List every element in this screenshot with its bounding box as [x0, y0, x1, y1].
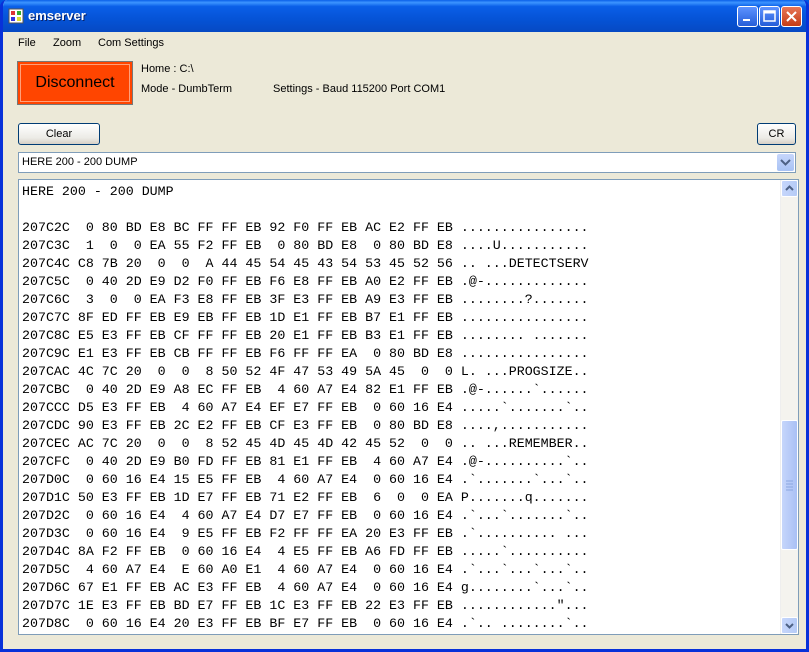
terminal-line: 207D8C 0 60 16 E4 20 E3 FF EB BF E7 FF E… [22, 616, 589, 631]
chevron-up-icon [785, 185, 794, 191]
vertical-scrollbar[interactable] [780, 180, 798, 634]
terminal-line: 207CAC 4C 7C 20 0 0 8 50 52 4F 47 53 49 … [22, 364, 589, 379]
terminal-line: 207CEC AC 7C 20 0 0 8 52 45 4D 45 4D 42 … [22, 436, 589, 451]
chevron-down-icon [785, 623, 794, 629]
terminal-line: 207D1C 50 E3 FF EB 1D E7 FF EB 71 E2 FF … [22, 490, 589, 505]
close-button[interactable] [781, 6, 802, 27]
terminal-line: 207D6C 67 E1 FF EB AC E3 FF EB 4 60 A7 E… [22, 580, 589, 595]
maximize-button[interactable] [759, 6, 780, 27]
terminal-line: 207C4C C8 7B 20 0 0 A 44 45 54 45 43 54 … [22, 256, 589, 271]
menu-bar: File Zoom Com Settings [3, 32, 806, 54]
terminal-line: 207C5C 0 40 2D E9 D2 F0 FF EB F6 E8 FF E… [22, 274, 589, 289]
disconnect-button[interactable]: Disconnect [17, 61, 133, 105]
terminal-line: 207D0C 0 60 16 E4 15 E5 FF EB 4 60 A7 E4… [22, 472, 589, 487]
terminal-line: 207C6C 3 0 0 EA F3 E8 FF EB 3F E3 FF EB … [22, 292, 589, 307]
app-icon [8, 8, 24, 24]
grip-icon [786, 480, 793, 491]
chevron-down-icon [780, 159, 791, 166]
maximize-icon [763, 10, 776, 22]
terminal-line: 207CBC 0 40 2D E9 A8 EC FF EB 4 60 A7 E4… [22, 382, 589, 397]
terminal-line: 207D4C 8A F2 FF EB 0 60 16 E4 4 E5 FF EB… [22, 544, 589, 559]
close-icon [786, 11, 797, 22]
terminal-line: 207C3C 1 0 0 EA 55 F2 FF EB 0 80 BD E8 0… [22, 238, 589, 253]
clear-button[interactable]: Clear [18, 123, 100, 145]
menu-com-settings[interactable]: Com Settings [98, 37, 164, 49]
terminal-line: 207CDC 90 E3 FF EB 2C E2 FF EB CF E3 FF … [22, 418, 589, 433]
home-label: Home : C:\ [141, 63, 194, 75]
terminal-line: 207D3C 0 60 16 E4 9 E5 FF EB F2 FF FF EA… [22, 526, 589, 541]
minimize-icon [743, 19, 750, 21]
terminal-line: 207CFC 0 40 2D E9 B0 FD FF EB 81 E1 FF E… [22, 454, 589, 469]
command-combobox[interactable]: HERE 200 - 200 DUMP [18, 152, 796, 173]
app-window: emserver File Zoom Com Settings Disconne… [0, 0, 809, 652]
terminal-line: 207D7C 1E E3 FF EB BD E7 FF EB 1C E3 FF … [22, 598, 589, 613]
combobox-dropdown-button[interactable] [777, 154, 794, 171]
window-title: emserver [28, 8, 86, 23]
menu-zoom[interactable]: Zoom [53, 37, 81, 49]
terminal-line: 207D5C 4 60 A7 E4 E 60 A0 E1 4 60 A7 E4 … [22, 562, 589, 577]
settings-label: Settings - Baud 115200 Port COM1 [273, 83, 446, 95]
terminal-line: 207CCC D5 E3 FF EB 4 60 A7 E4 EF E7 FF E… [22, 400, 589, 415]
scroll-thumb[interactable] [781, 420, 798, 550]
mode-label: Mode - DumbTerm [141, 83, 233, 95]
scroll-up-button[interactable] [781, 180, 798, 197]
title-bar[interactable]: emserver [3, 0, 806, 32]
terminal-text: HERE 200 - 200 DUMP 207C2C 0 80 BD E8 BC… [22, 183, 589, 633]
cr-button[interactable]: CR [757, 123, 796, 145]
minimize-button[interactable] [737, 6, 758, 27]
menu-file[interactable]: File [18, 37, 36, 49]
terminal-line: 207C2C 0 80 BD E8 BC FF FF EB 92 F0 FF E… [22, 220, 589, 235]
terminal-header-line: HERE 200 - 200 DUMP [22, 184, 174, 199]
scroll-down-button[interactable] [781, 617, 798, 634]
terminal-line: 207C7C 8F ED FF EB E9 EB FF EB 1D E1 FF … [22, 310, 589, 325]
terminal-line: 207C8C E5 E3 FF EB CF FF FF EB 20 E1 FF … [22, 328, 589, 343]
terminal-line: 207C9C E1 E3 FF EB CB FF FF EB F6 FF FF … [22, 346, 589, 361]
terminal-line: 207D2C 0 60 16 E4 4 60 A7 E4 D7 E7 FF EB… [22, 508, 589, 523]
terminal-output[interactable]: HERE 200 - 200 DUMP 207C2C 0 80 BD E8 BC… [18, 179, 799, 635]
command-combobox-value: HERE 200 - 200 DUMP [22, 156, 138, 168]
